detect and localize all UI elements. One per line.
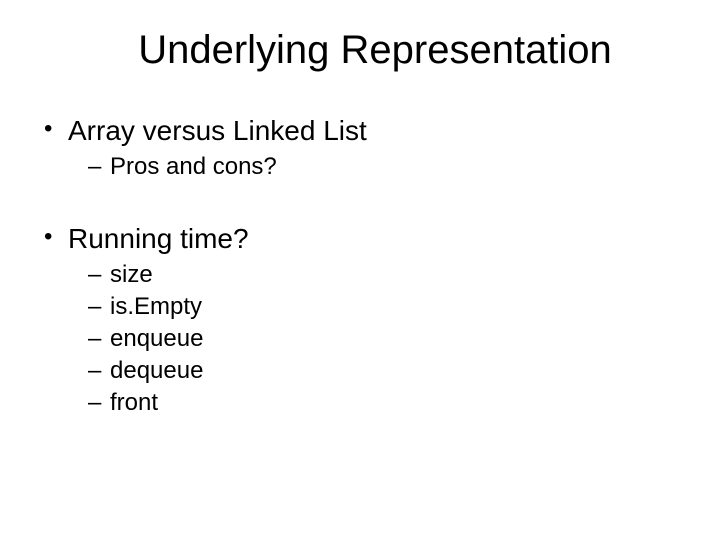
sub-list: size is.Empty enqueue dequeue front: [68, 261, 680, 417]
list-item-text: Running time?: [68, 223, 249, 254]
list-item: Array versus Linked List Pros and cons?: [40, 115, 680, 181]
sub-list-item: front: [88, 389, 680, 417]
sub-list-item: dequeue: [88, 357, 680, 385]
slide-title: Underlying Representation: [70, 28, 680, 73]
sub-list: Pros and cons?: [68, 153, 680, 181]
slide: Underlying Representation Array versus L…: [0, 0, 720, 540]
sub-list-item: size: [88, 261, 680, 289]
list-item: Running time? size is.Empty enqueue dequ…: [40, 223, 680, 417]
sub-list-item: Pros and cons?: [88, 153, 680, 181]
bullet-list: Array versus Linked List Pros and cons? …: [40, 115, 680, 417]
list-item-text: Array versus Linked List: [68, 115, 367, 146]
sub-list-item: is.Empty: [88, 293, 680, 321]
spacer: [40, 189, 680, 223]
sub-list-item: enqueue: [88, 325, 680, 353]
